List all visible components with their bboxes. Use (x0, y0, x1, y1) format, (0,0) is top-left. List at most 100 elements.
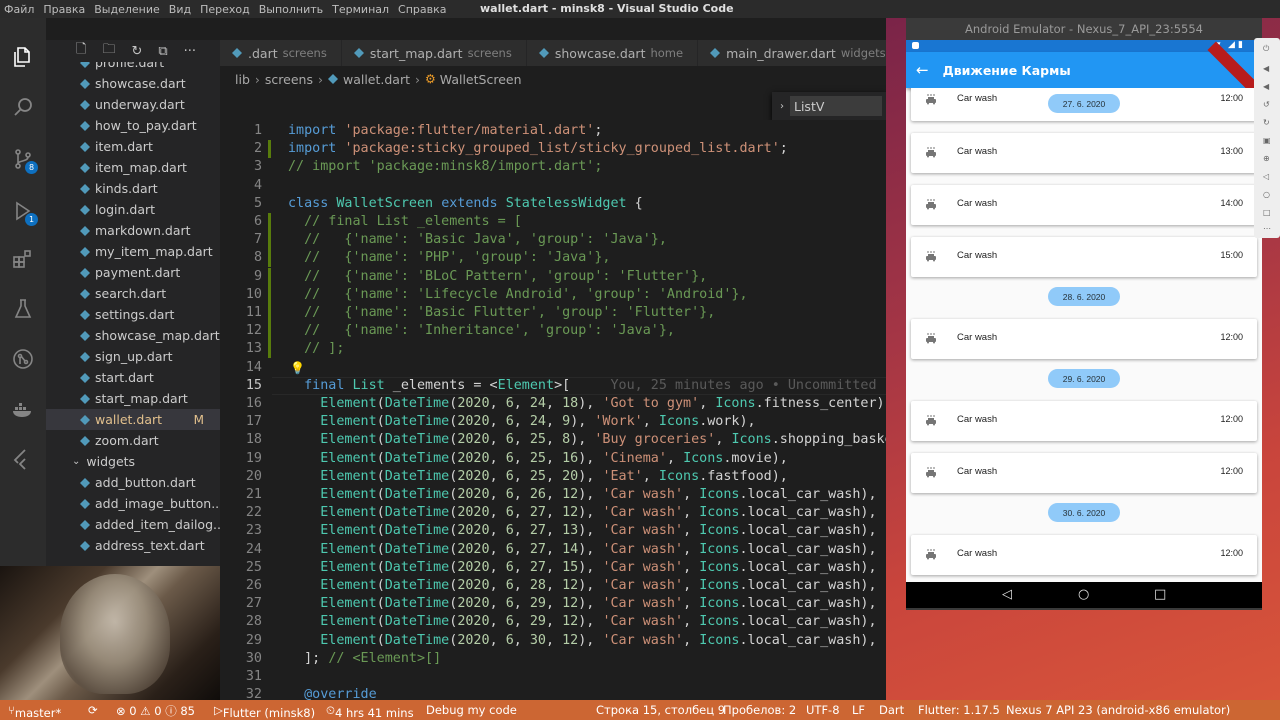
file-item[interactable]: add_image_button.... (46, 493, 220, 514)
sync-icon[interactable]: ⟳ (88, 703, 98, 717)
git-gutter-modified (268, 213, 271, 231)
new-file-icon[interactable]: 🗋 (76, 40, 86, 62)
zoom-icon[interactable]: ⊕ (1263, 154, 1270, 163)
overview-icon[interactable]: □ (1263, 208, 1271, 217)
editor-tab[interactable]: .dart screens (220, 40, 342, 66)
debug-mode[interactable]: Debug my code (426, 703, 517, 717)
volume-down-icon[interactable]: ◀ (1263, 82, 1269, 91)
language-mode[interactable]: Dart (879, 703, 904, 717)
line-number: 13 (245, 341, 262, 357)
file-item[interactable]: kinds.dart (46, 178, 220, 199)
file-item[interactable]: added_item_dailog.... (46, 514, 220, 535)
file-item[interactable]: search.dart (46, 283, 220, 304)
menu-item[interactable]: Терминал (332, 3, 389, 16)
list-item[interactable]: Car wash 12:00 (911, 319, 1257, 359)
file-item[interactable]: underway.dart (46, 94, 220, 115)
menu-item[interactable]: Переход (200, 3, 250, 16)
menu-item[interactable]: Файл (4, 3, 34, 16)
file-item[interactable]: add_button.dart (46, 472, 220, 493)
menu-item[interactable]: Правка (43, 3, 85, 16)
back-arrow-icon[interactable]: ← (916, 61, 929, 79)
list-item[interactable]: Car wash 15:00 (911, 237, 1257, 277)
file-item[interactable]: settings.dart (46, 304, 220, 325)
encoding[interactable]: UTF-8 (806, 703, 840, 717)
power-icon[interactable]: ⏻ (1263, 44, 1269, 54)
volume-up-icon[interactable]: ◀ (1263, 64, 1269, 73)
list-item[interactable]: Car wash 13:00 (911, 133, 1257, 173)
list-item[interactable]: Car wash 12:00 (911, 401, 1257, 441)
file-item[interactable]: item_map.dart (46, 157, 220, 178)
lightbulb-icon[interactable]: 💡 (290, 359, 305, 377)
debug-icon[interactable]: 1 (10, 198, 38, 226)
code-text: // final List _elements = [ (304, 214, 522, 229)
line-ending[interactable]: LF (852, 703, 865, 717)
list-item[interactable]: Car wash 12:00 (911, 535, 1257, 575)
nav-back-icon[interactable]: ◁ (1002, 587, 1012, 602)
file-item[interactable]: zoom.dart (46, 430, 220, 451)
folder-item[interactable]: ⌄ widgets (46, 451, 220, 472)
file-item[interactable]: start.dart (46, 367, 220, 388)
explorer-icon[interactable] (10, 44, 36, 70)
file-item[interactable]: address_text.dart (46, 535, 220, 556)
file-item[interactable]: markdown.dart (46, 220, 220, 241)
home-icon[interactable]: ○ (1263, 190, 1270, 199)
menu-item[interactable]: Выполнить (259, 3, 323, 16)
code-editor[interactable]: 1 import 'package:flutter/material.dart';… (220, 120, 886, 700)
breadcrumb-lib[interactable]: lib (235, 72, 250, 87)
flutter-run-indicator[interactable]: ▷ Flutter (minsk8) (214, 703, 315, 720)
more-icon[interactable]: ··· (184, 44, 196, 59)
indentation[interactable]: Пробелов: 2 (723, 703, 796, 717)
list-item[interactable]: Car wash 14:00 (911, 185, 1257, 225)
more-options-icon[interactable]: ⋯ (1263, 224, 1271, 233)
back-icon[interactable]: ◁ (1263, 172, 1269, 181)
source-control-icon[interactable]: 8 (10, 146, 38, 174)
testing-flask-icon[interactable] (10, 296, 36, 322)
tab-folder: widgets (840, 46, 886, 60)
menu-item[interactable]: Выделение (94, 3, 160, 16)
menu-item[interactable]: Вид (169, 3, 191, 16)
file-item[interactable]: my_item_map.dart (46, 241, 220, 262)
breadcrumb-screens[interactable]: screens (265, 72, 313, 87)
file-item[interactable]: showcase.dart (46, 73, 220, 94)
nav-recents-icon[interactable]: □ (1154, 587, 1166, 602)
file-item[interactable]: sign_up.dart (46, 346, 220, 367)
branch-indicator[interactable]: ⑂ master* (8, 703, 61, 720)
cursor-position[interactable]: Строка 15, столбец 9 (596, 703, 725, 717)
device-selector[interactable]: Nexus 7 API 23 (android-x86 emulator) (1006, 703, 1230, 717)
flutter-icon[interactable] (10, 446, 36, 472)
problems-indicator[interactable]: ⊗ 0 ⚠ 0 ⓘ 85 (116, 703, 195, 719)
file-item[interactable]: start_map.dart (46, 388, 220, 409)
code-text: Element(DateTime(2020, 6, 27, 12), 'Car … (320, 505, 877, 521)
dart-file-icon (80, 372, 90, 383)
file-item[interactable]: wallet.dart M (46, 409, 220, 430)
editor-tab[interactable]: main_drawer.dart widgets (698, 40, 901, 66)
extensions-icon[interactable] (10, 246, 36, 272)
new-folder-icon[interactable]: 🗀 (102, 40, 115, 62)
git-graph-icon[interactable] (10, 346, 36, 372)
grouped-list[interactable]: Car wash 12:00 27. 6. 2020 Car wash 13:00 Car… (906, 88, 1262, 582)
editor-tab[interactable]: start_map.dart screens (341, 40, 527, 66)
file-item[interactable]: how_to_pay.dart (46, 115, 220, 136)
file-item[interactable]: payment.dart (46, 262, 220, 283)
code-line: 3 // import 'package:minsk8/import.dart'; (220, 158, 886, 176)
find-input[interactable]: ListV (790, 96, 882, 116)
rotate-left-icon[interactable]: ↺ (1263, 100, 1270, 109)
rotate-right-icon[interactable]: ↻ (1263, 118, 1270, 127)
docker-icon[interactable] (10, 396, 36, 422)
menu-item[interactable]: Справка (398, 3, 446, 16)
search-icon[interactable] (10, 94, 36, 120)
line-number: 3 (253, 159, 262, 175)
toggle-replace-icon[interactable]: › (780, 101, 784, 112)
breadcrumb-file[interactable]: wallet.dart (343, 72, 410, 87)
screenshot-icon[interactable]: ▣ (1263, 136, 1271, 145)
flutter-version[interactable]: Flutter: 1.17.5 (918, 703, 1000, 717)
nav-home-icon[interactable]: ○ (1078, 587, 1089, 602)
list-item[interactable]: Car wash 12:00 (911, 453, 1257, 493)
file-item[interactable]: showcase_map.dart (46, 325, 220, 346)
refresh-icon[interactable]: ↻ (131, 44, 142, 59)
collapse-all-icon[interactable]: ⧉ (158, 44, 167, 59)
file-item[interactable]: item.dart (46, 136, 220, 157)
editor-tab[interactable]: showcase.dart home (526, 40, 699, 66)
breadcrumb-symbol[interactable]: WalletScreen (440, 72, 522, 87)
file-item[interactable]: login.dart (46, 199, 220, 220)
